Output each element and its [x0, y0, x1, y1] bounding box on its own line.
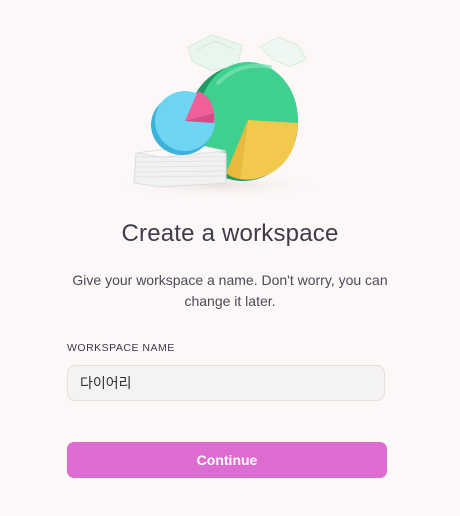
paper-icon [259, 36, 307, 68]
workspace-name-input[interactable] [80, 375, 372, 391]
continue-button[interactable]: Continue [67, 442, 387, 478]
page-title: Create a workspace [121, 220, 339, 247]
workspace-name-field[interactable] [67, 365, 385, 401]
workspace-name-label: WORKSPACE NAME [67, 342, 175, 354]
pie-chart-illustration [100, 25, 340, 200]
page-subtitle: Give your workspace a name. Don't worry,… [72, 272, 388, 309]
